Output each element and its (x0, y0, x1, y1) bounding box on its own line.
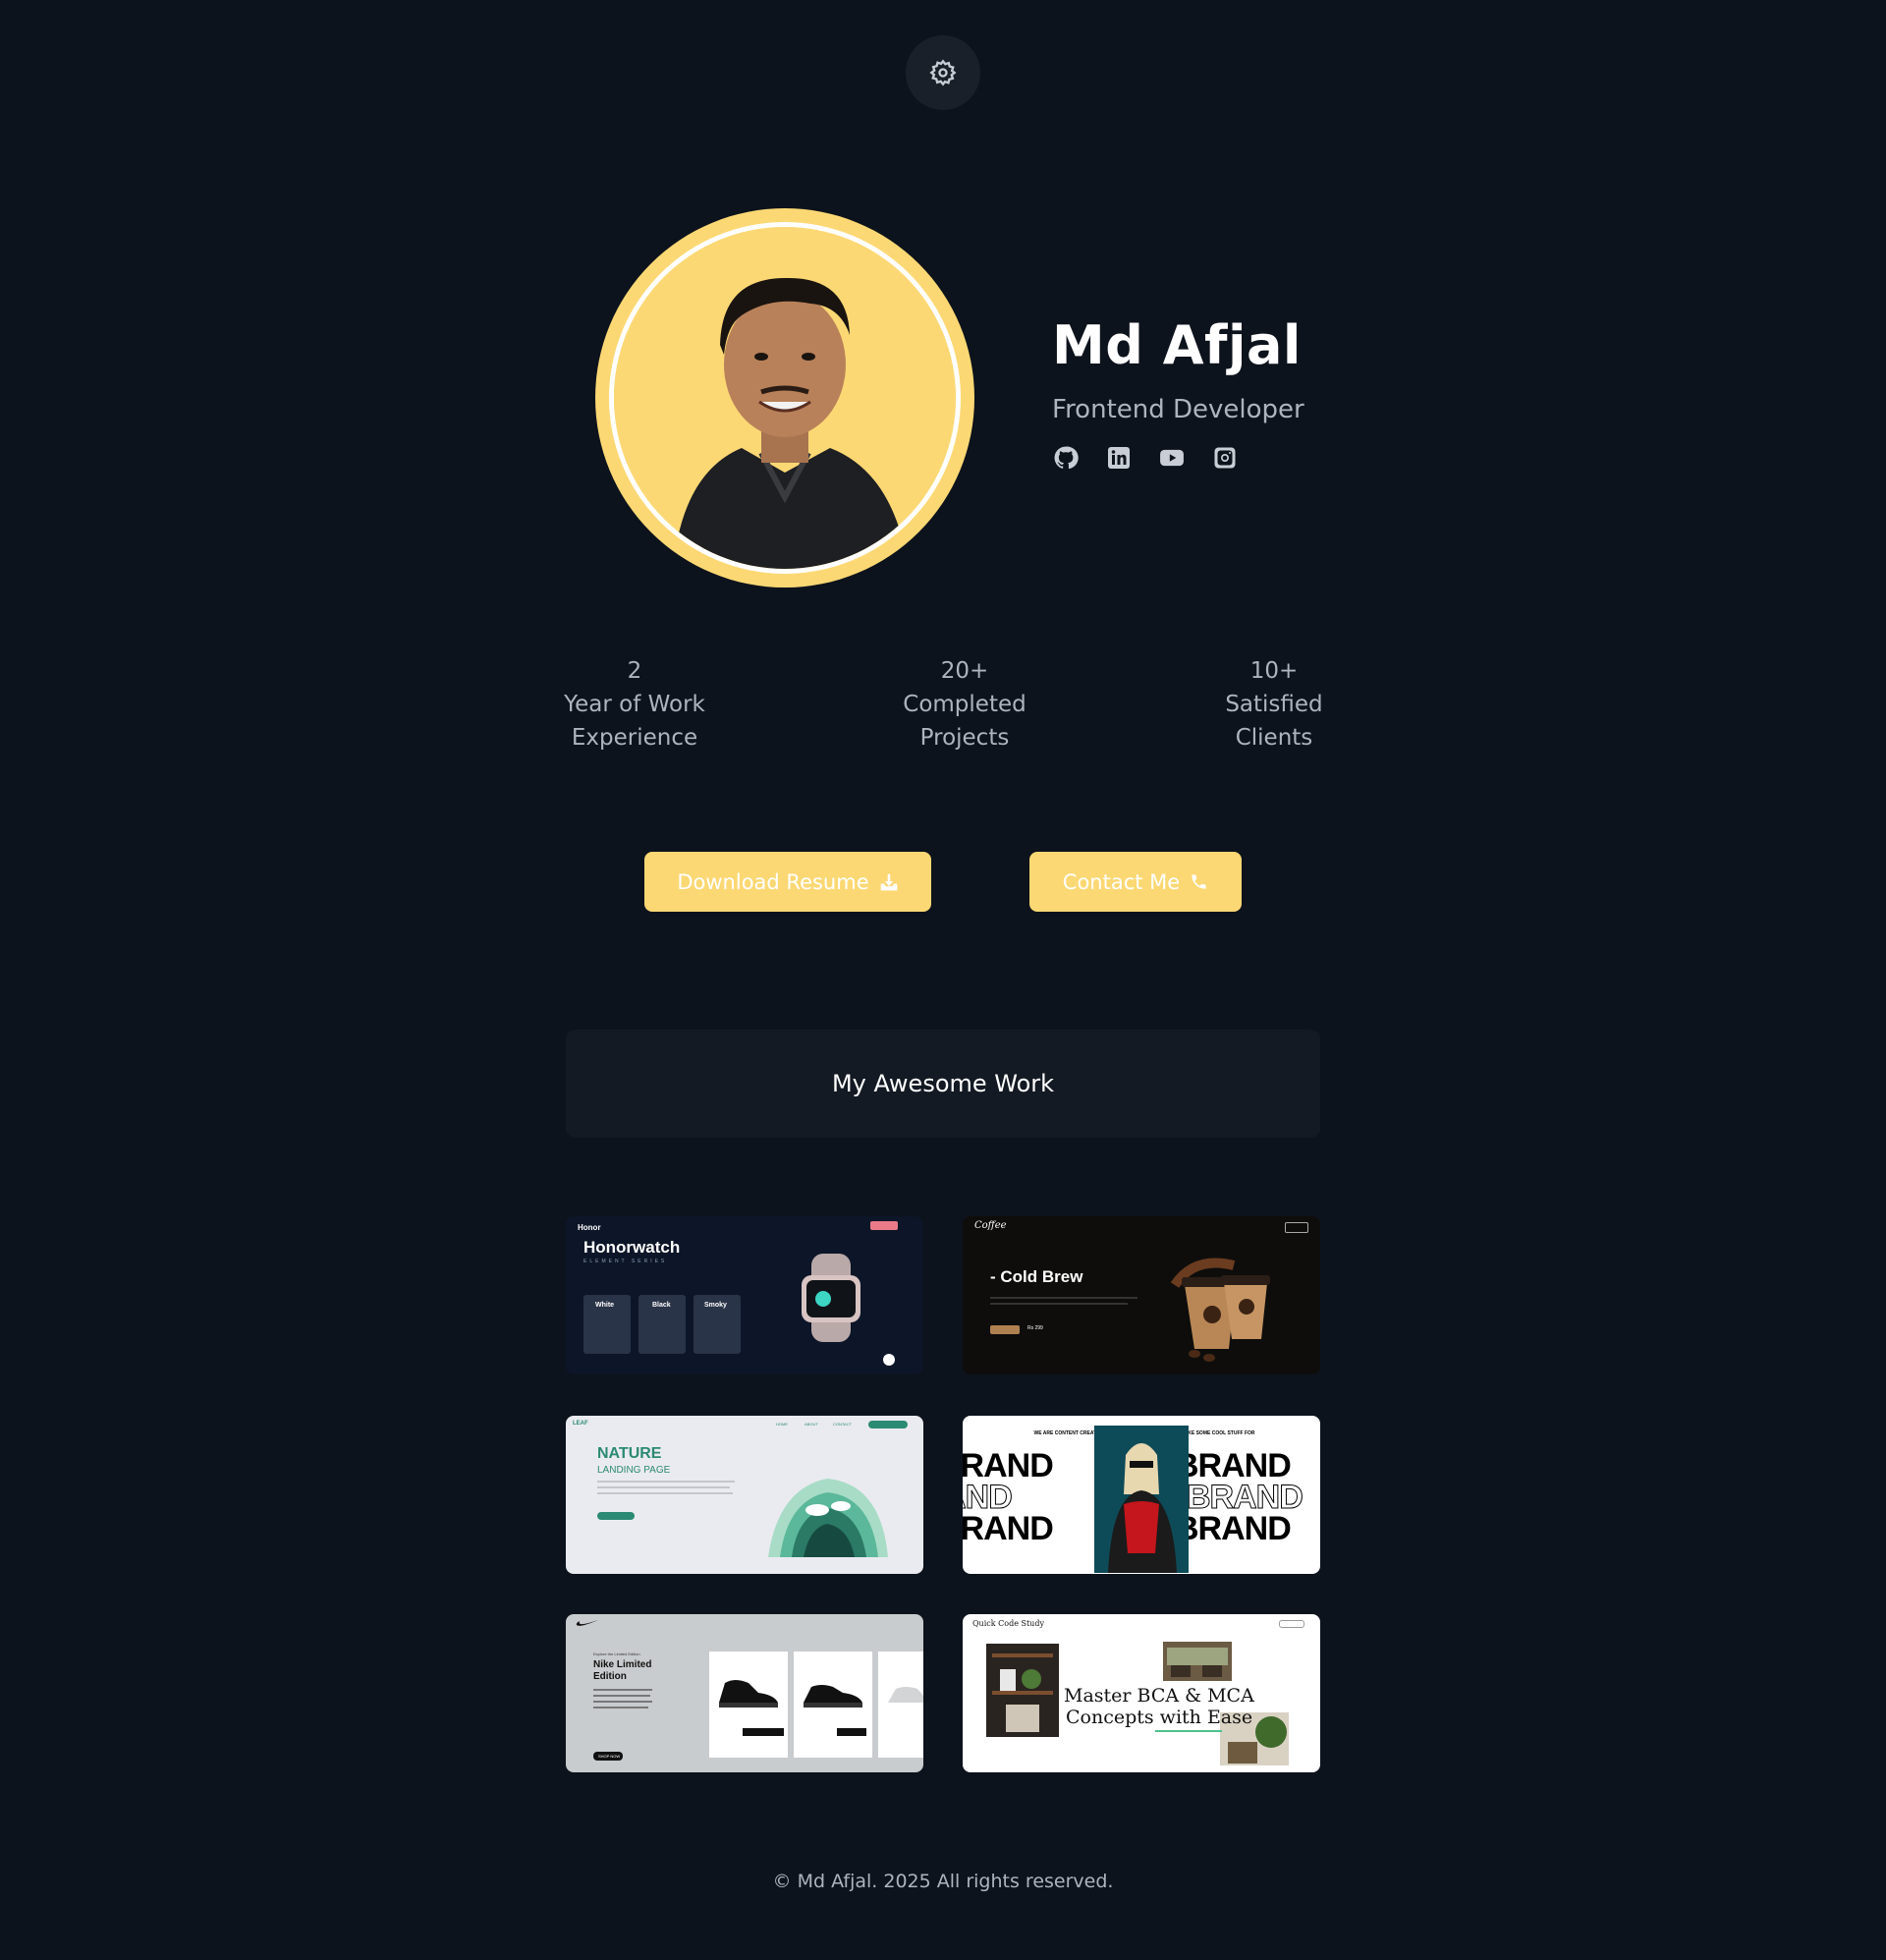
download-resume-button[interactable]: Download Resume (644, 852, 931, 912)
download-resume-label: Download Resume (677, 869, 869, 894)
social-links (1052, 444, 1239, 472)
variant-card: White (583, 1295, 631, 1354)
card-headline: Master BCA & MCA (1064, 1685, 1254, 1707)
swoosh-logo-icon (576, 1620, 598, 1626)
paper-forest-image (768, 1479, 888, 1557)
model-photo (1094, 1426, 1189, 1573)
card-title: Honorwatch (583, 1238, 681, 1257)
hero-name: Md Afjal (1052, 314, 1302, 376)
instagram-link[interactable] (1211, 444, 1239, 472)
contact-me-label: Contact Me (1062, 869, 1181, 894)
project-card-cold-brew[interactable]: Coffee - Cold Brew Rs 299 (963, 1216, 1320, 1374)
github-link[interactable] (1052, 444, 1080, 472)
product-card (878, 1652, 923, 1758)
linkedin-link[interactable] (1105, 444, 1133, 472)
contact-me-button[interactable]: Contact Me (1029, 852, 1242, 912)
card-logo: LEAF (573, 1421, 588, 1427)
linkedin-icon (1108, 447, 1130, 469)
card-price: Rs 299 (1027, 1325, 1043, 1331)
watch-image (802, 1254, 860, 1342)
footer-copyright: © Md Afjal. 2025 All rights reserved. (772, 1871, 1114, 1892)
youtube-icon (1160, 449, 1184, 467)
hero-role: Frontend Developer (1052, 395, 1304, 424)
variant-card: Smoky (693, 1295, 741, 1354)
card-title: Nike Limited Edition (593, 1659, 652, 1682)
card-title: NATURE (597, 1445, 662, 1462)
stat-experience: 2 Year of Work Experience (556, 654, 713, 755)
stat-projects: 20+ Completed Projects (886, 654, 1043, 755)
card-subtitle: LANDING PAGE (597, 1465, 671, 1476)
profile-photo (614, 227, 956, 569)
slider-dot[interactable] (883, 1354, 895, 1366)
stat-value: 10+ (1249, 658, 1299, 684)
settings-button[interactable] (906, 35, 980, 110)
project-card-nature[interactable]: LEAF HOME ABOUT CONTACT NATURE LANDING P… (566, 1416, 923, 1574)
card-subtitle: ELEMENT SERIES (583, 1259, 668, 1264)
cafe-photo (1163, 1642, 1232, 1681)
stat-value: 2 (627, 658, 642, 684)
github-icon (1054, 446, 1079, 470)
project-card-brand[interactable]: WE ARE CONTENT CREATION TEAM AND WE ARE … (963, 1416, 1320, 1574)
card-brand: Honor (578, 1223, 601, 1232)
project-card-quick-code-study[interactable]: Quick Code Study Master BCA & MCA Concep… (963, 1614, 1320, 1772)
gear-icon (929, 59, 957, 86)
stat-label: Year of Work Experience (564, 692, 705, 751)
card-headline: Concepts with Ease (1066, 1707, 1253, 1728)
youtube-link[interactable] (1158, 444, 1186, 472)
stat-value: 20+ (940, 658, 989, 684)
stat-label: Satisfied Clients (1225, 692, 1323, 751)
card-eyebrow: Explore the Limited Edition (593, 1652, 640, 1656)
project-card-nike[interactable]: Explore the Limited Edition Nike Limited… (566, 1614, 923, 1772)
project-card-honorwatch[interactable]: Honor Honorwatch ELEMENT SERIES White Bl… (566, 1216, 923, 1374)
card-logo: Quick Code Study (972, 1619, 1044, 1628)
work-section-header: My Awesome Work (566, 1030, 1320, 1138)
stat-label: Completed Projects (903, 692, 1026, 751)
download-icon (880, 873, 897, 890)
instagram-icon (1214, 447, 1236, 469)
section-title: My Awesome Work (831, 1070, 1055, 1097)
product-card (709, 1652, 788, 1758)
stat-clients: 10+ Satisfied Clients (1195, 654, 1353, 755)
shelf-photo (986, 1644, 1059, 1737)
avatar (595, 208, 974, 588)
card-logo: Coffee (974, 1220, 1007, 1231)
coffee-cups-image (1170, 1258, 1270, 1362)
phone-icon (1192, 874, 1206, 889)
product-card (794, 1652, 872, 1758)
variant-card: Black (638, 1295, 686, 1354)
card-title: - Cold Brew (990, 1267, 1083, 1286)
